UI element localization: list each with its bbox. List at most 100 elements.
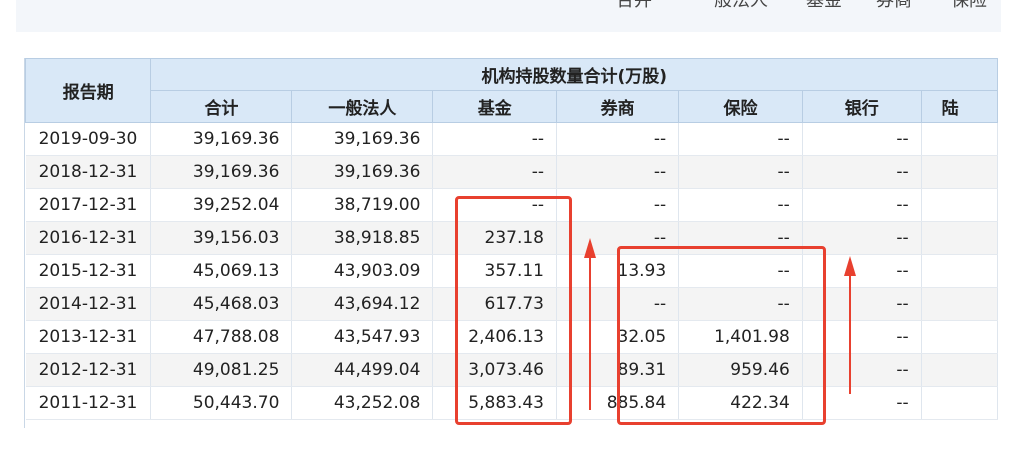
cell-1: 43,547.93 — [291, 320, 434, 354]
group-header: 机构持股数量合计(万股) — [150, 58, 998, 91]
tab-broker[interactable]: 券商 — [876, 0, 912, 12]
cell-2: -- — [432, 188, 557, 222]
cell-4: -- — [678, 254, 803, 288]
cell-4: -- — [678, 221, 803, 255]
row-date: 2015-12-31 — [25, 254, 152, 288]
cell-4: -- — [678, 287, 803, 321]
column-header-2[interactable]: 基金 — [432, 90, 557, 123]
screenshot-stage: 合并 一般法人 基金 券商 保险 报告期 机构持股数量合计(万股) 合计 一般法… — [0, 0, 1033, 460]
cell-5: -- — [802, 188, 922, 222]
table-row: 2018-12-31 39,169.36 39,169.36 -- -- -- -- — [25, 155, 998, 189]
tab-insurance[interactable]: 保险 — [951, 0, 987, 12]
row-date: 2016-12-31 — [25, 221, 152, 255]
table-body: 2019-09-30 39,169.36 39,169.36 -- -- -- -- 2018… — [25, 122, 998, 420]
table-row: 2013-12-31 47,788.08 43,547.93 2,406.13 32.0… — [25, 320, 998, 354]
row-date: 2014-12-31 — [25, 287, 152, 321]
table-row: 2014-12-31 45,468.03 43,694.12 617.73 -- -- -- — [25, 287, 998, 321]
cell-1: 38,719.00 — [291, 188, 434, 222]
row-date: 2012-12-31 — [25, 353, 152, 387]
cell-5: -- — [802, 122, 922, 156]
cell-3: 32.05 — [556, 320, 680, 354]
cell-4: -- — [678, 122, 803, 156]
tab-merged[interactable]: 合并 — [616, 0, 652, 12]
cell-5: -- — [802, 254, 922, 288]
cell-1: 44,499.04 — [291, 353, 434, 387]
cell-2: -- — [432, 155, 557, 189]
cell-5: -- — [802, 155, 922, 189]
holdings-table-container: 报告期 机构持股数量合计(万股) 合计 一般法人 基金 券商 保险 银行陆 2019-09… — [24, 58, 998, 428]
cell-0: 50,443.70 — [150, 386, 293, 420]
cell-6 — [921, 353, 998, 387]
cell-4: -- — [678, 188, 803, 222]
cell-6 — [921, 320, 998, 354]
table-row: 2011-12-31 50,443.70 43,252.08 5,883.43 885.… — [25, 386, 998, 420]
cell-1: 43,252.08 — [291, 386, 434, 420]
cell-4: -- — [678, 155, 803, 189]
cell-2: 2,406.13 — [432, 320, 557, 354]
cell-5: -- — [802, 353, 922, 387]
table-row: 2015-12-31 45,069.13 43,903.09 357.11 13.93-… — [25, 254, 998, 288]
cell-5: -- — [802, 287, 922, 321]
column-header-0[interactable]: 合计 — [150, 90, 293, 123]
cell-0: 39,169.36 — [150, 122, 293, 156]
row-date: 2018-12-31 — [25, 155, 152, 189]
column-header-1[interactable]: 一般法人 — [291, 90, 434, 123]
column-header-5[interactable]: 银行 — [801, 90, 922, 123]
cell-3: 885.84 — [556, 386, 680, 420]
cell-6 — [921, 122, 998, 156]
cell-2: 237.18 — [432, 221, 557, 255]
cell-1: 39,169.36 — [291, 122, 434, 156]
cell-3: 13.93 — [556, 254, 680, 288]
cell-3: -- — [556, 122, 680, 156]
cell-0: 39,169.36 — [150, 155, 293, 189]
cell-6 — [921, 254, 998, 288]
cell-0: 39,252.04 — [150, 188, 293, 222]
cell-0: 47,788.08 — [150, 320, 293, 354]
cell-5: -- — [802, 386, 922, 420]
cell-2: 617.73 — [432, 287, 557, 321]
tab-fund[interactable]: 基金 — [806, 0, 842, 12]
cell-1: 39,169.36 — [291, 155, 434, 189]
table-row: 2019-09-30 39,169.36 39,169.36 -- -- -- -- — [25, 122, 998, 156]
cell-0: 39,156.03 — [150, 221, 293, 255]
cell-4: 959.46 — [678, 353, 803, 387]
cell-5: -- — [802, 221, 922, 255]
cell-0: 49,081.25 — [150, 353, 293, 387]
table-row: 2012-12-31 49,081.25 44,499.04 3,073.46 89.3… — [25, 353, 998, 387]
cell-6 — [921, 155, 998, 189]
cell-6 — [921, 221, 998, 255]
cell-4: 422.34 — [678, 386, 803, 420]
cell-6 — [921, 287, 998, 321]
period-header[interactable]: 报告期 — [25, 58, 152, 123]
column-header-6[interactable]: 陆 — [920, 90, 998, 123]
cell-6 — [921, 386, 998, 420]
tab-general-legal-person[interactable]: 一般法人 — [696, 0, 768, 12]
column-header-4[interactable]: 保险 — [678, 90, 803, 123]
row-date: 2019-09-30 — [25, 122, 152, 156]
cell-2: -- — [432, 122, 557, 156]
row-date: 2017-12-31 — [25, 188, 152, 222]
cell-1: 38,918.85 — [291, 221, 434, 255]
cell-1: 43,903.09 — [291, 254, 434, 288]
cell-6 — [921, 188, 998, 222]
row-date: 2011-12-31 — [25, 386, 152, 420]
column-header-row: 合计 一般法人 基金 券商 保险 银行陆 — [26, 90, 998, 123]
row-date: 2013-12-31 — [25, 320, 152, 354]
cell-2: 357.11 — [432, 254, 557, 288]
cell-4: 1,401.98 — [678, 320, 803, 354]
table-row: 2016-12-31 39,156.03 38,918.85 237.18 -- -- -- — [25, 221, 998, 255]
cell-0: 45,069.13 — [150, 254, 293, 288]
column-header-3[interactable]: 券商 — [555, 90, 680, 123]
cell-0: 45,468.03 — [150, 287, 293, 321]
cell-1: 43,694.12 — [291, 287, 434, 321]
cell-3: -- — [556, 287, 680, 321]
cell-3: -- — [556, 188, 680, 222]
cell-2: 5,883.43 — [432, 386, 557, 420]
cell-3: -- — [556, 221, 680, 255]
institutional-holdings-table: 报告期 机构持股数量合计(万股) 合计 一般法人 基金 券商 保险 银行陆 2019-09… — [25, 58, 998, 420]
table-row: 2017-12-31 39,252.04 38,719.00 -- -- -- -- — [25, 188, 998, 222]
cell-3: 89.31 — [556, 353, 680, 387]
top-tab-bar: 合并 一般法人 基金 券商 保险 — [16, 0, 1001, 32]
cell-2: 3,073.46 — [432, 353, 557, 387]
cell-3: -- — [556, 155, 680, 189]
